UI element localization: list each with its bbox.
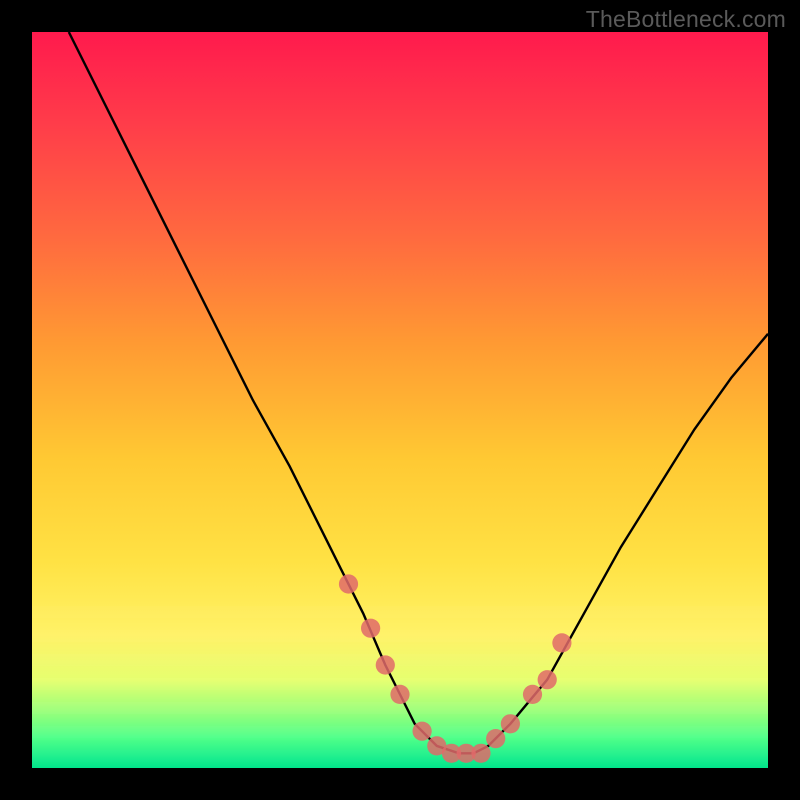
watermark-text: TheBottleneck.com bbox=[586, 6, 786, 33]
curve-marker bbox=[339, 574, 358, 593]
curve-marker bbox=[361, 619, 380, 638]
curve-marker bbox=[486, 729, 505, 748]
curve-markers-group bbox=[339, 574, 572, 763]
chart-frame: TheBottleneck.com bbox=[0, 0, 800, 800]
curve-marker bbox=[523, 685, 542, 704]
curve-marker bbox=[538, 670, 557, 689]
curve-marker bbox=[552, 633, 571, 652]
curve-marker bbox=[471, 744, 490, 763]
curve-marker bbox=[501, 714, 520, 733]
curve-marker bbox=[376, 655, 395, 674]
curve-marker bbox=[413, 722, 432, 741]
curve-marker bbox=[390, 685, 409, 704]
chart-svg bbox=[32, 32, 768, 768]
plot-area bbox=[32, 32, 768, 768]
bottleneck-curve-line bbox=[69, 32, 768, 753]
